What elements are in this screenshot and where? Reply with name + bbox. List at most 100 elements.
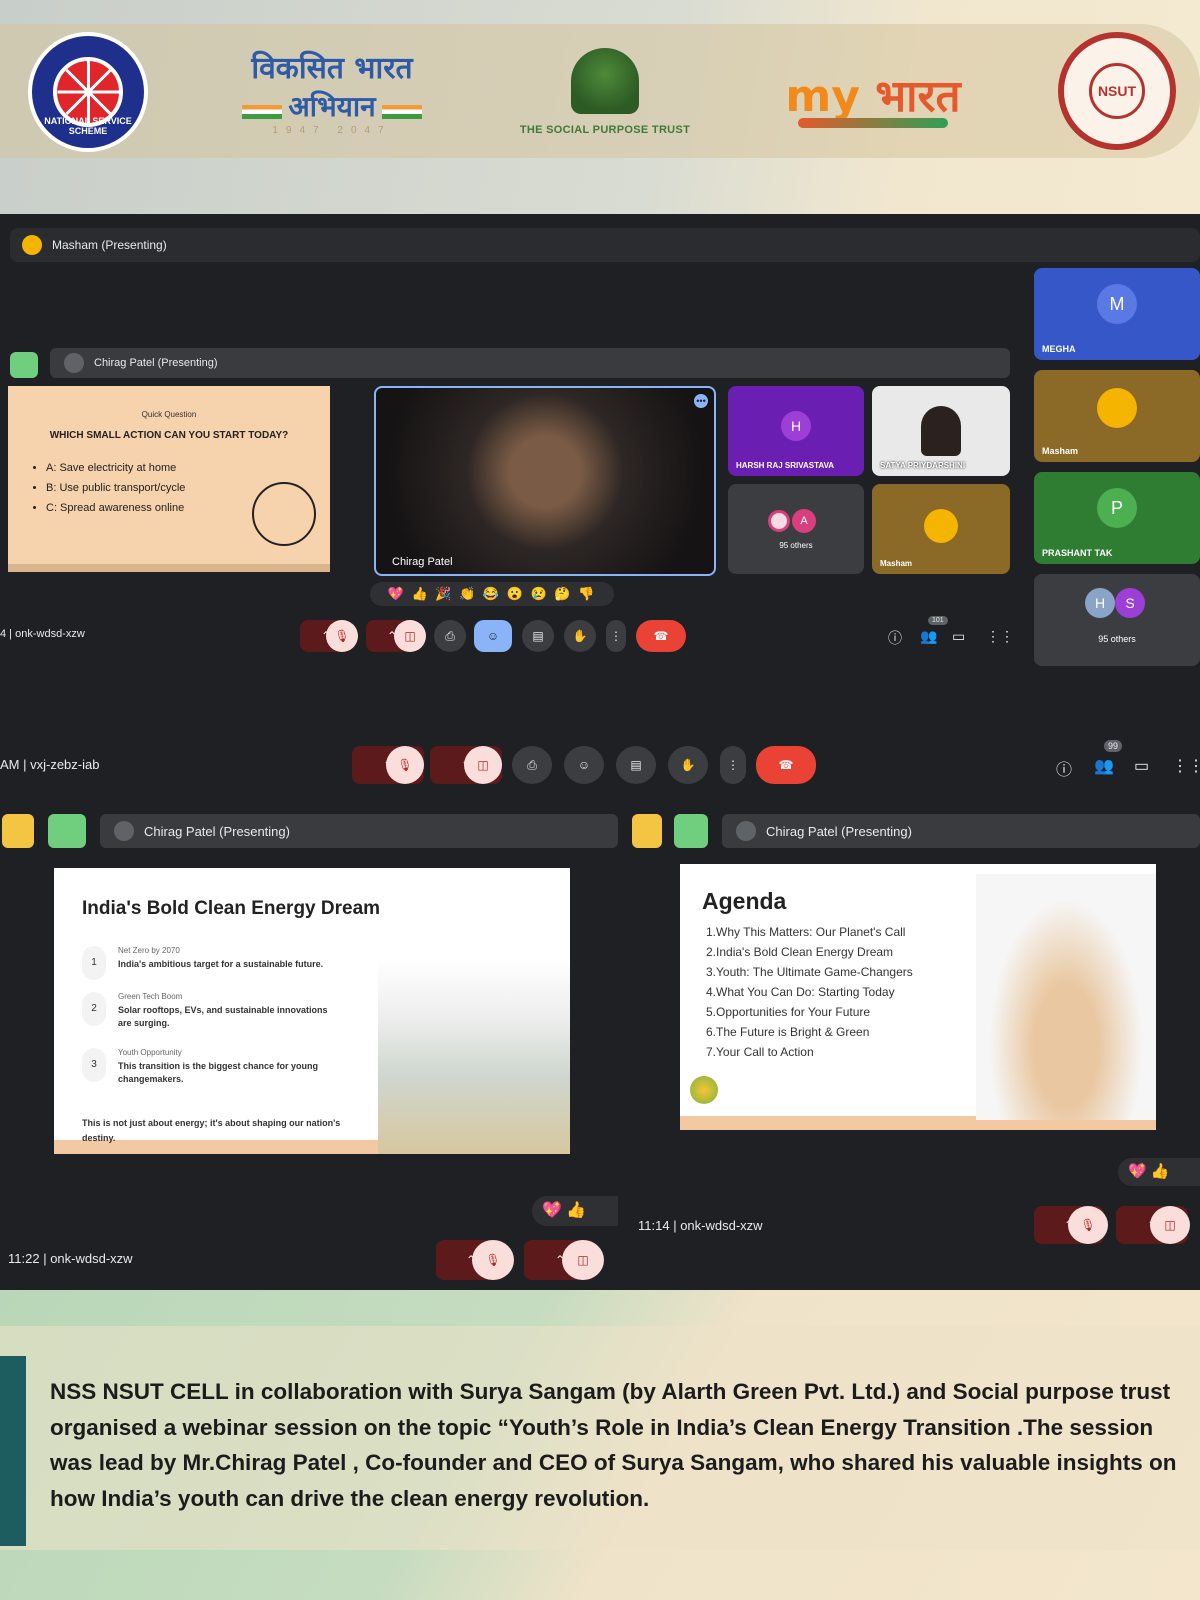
- option-item: A: Save electricity at home: [46, 458, 185, 478]
- time-fragment: 4: [0, 628, 7, 640]
- item-heading: Green Tech Boom: [118, 992, 183, 1001]
- participant-tile-masham[interactable]: Masham: [872, 484, 1010, 574]
- more-options-icon[interactable]: ⋮: [720, 746, 746, 784]
- mic-off-icon[interactable]: 🎙: [472, 1240, 514, 1280]
- clock-icon: [252, 482, 316, 546]
- camera-off-icon[interactable]: ◫: [562, 1240, 604, 1280]
- agenda-list: 1.Why This Matters: Our Planet's Call 2.…: [706, 922, 913, 1062]
- my-bharat-logo: my भारत: [768, 52, 978, 140]
- avatar: A: [792, 509, 816, 533]
- present-chip[interactable]: [674, 814, 708, 848]
- speaker-name: Chirag Patel: [392, 556, 453, 568]
- raise-hand-icon[interactable]: ✋: [564, 620, 596, 652]
- slide-title: WHICH SMALL ACTION CAN YOU START TODAY?: [49, 430, 289, 441]
- item-number: 2: [82, 992, 106, 1026]
- agenda-item: 6.The Future is Bright & Green: [706, 1025, 870, 1039]
- option-item: C: Spread awareness online: [46, 498, 185, 518]
- participant-tile-megha[interactable]: M MEGHA: [1034, 268, 1200, 360]
- vba-line1: विकसित भारत: [251, 51, 413, 86]
- reaction-bar[interactable]: 💖 👍 🎉 👏 😂 😮 😢 🤔 👎: [370, 582, 614, 606]
- meeting-code: AM | vxj-zebz-iab: [0, 757, 100, 772]
- avatar: H: [1085, 588, 1115, 618]
- people-icon[interactable]: 👥: [920, 628, 937, 645]
- participant-name: Masham: [880, 559, 913, 568]
- more-options-icon[interactable]: ⋮: [606, 620, 626, 652]
- agenda-slide: Agenda 1.Why This Matters: Our Planet's …: [680, 864, 1156, 1130]
- surya-sangam-logo: [690, 1076, 718, 1104]
- item-number: 1: [82, 946, 106, 980]
- item-text: This transition is the biggest chance fo…: [118, 1061, 319, 1084]
- info-icon[interactable]: ⓘ: [888, 628, 902, 648]
- avatar: P: [1097, 488, 1137, 528]
- presenting-bar[interactable]: Masham (Presenting): [10, 228, 1200, 262]
- inner-presenting-bar[interactable]: Chirag Patel (Presenting): [50, 348, 1010, 378]
- item-text: India's ambitious target for a sustainab…: [118, 959, 324, 969]
- inner-presenting-bar[interactable]: Chirag Patel (Presenting): [100, 814, 618, 848]
- mic-off-icon[interactable]: 🎙: [386, 746, 424, 784]
- camera-off-chip[interactable]: [2, 814, 34, 848]
- presenting-label: Masham (Presenting): [52, 238, 167, 252]
- more-options-icon[interactable]: •••: [694, 394, 708, 408]
- end-call-icon[interactable]: ☎: [756, 746, 816, 784]
- clock-time: 11:14: [638, 1218, 670, 1233]
- speaker-video-tile[interactable]: ••• Chirag Patel: [374, 386, 716, 576]
- emoji-icon[interactable]: ☺: [564, 746, 604, 784]
- item-number: 3: [82, 1048, 106, 1082]
- participant-name: HARSH RAJ SRIVASTAVA: [736, 461, 835, 470]
- participant-tile-satya[interactable]: SATYA PRIYDARSHINI: [872, 386, 1010, 476]
- participant-tile-harsh[interactable]: H HARSH RAJ SRIVASTAVA: [728, 386, 864, 476]
- youth-illustration: [976, 874, 1156, 1120]
- camera-off-icon[interactable]: ◫: [464, 746, 502, 784]
- others-label: 95 others: [1098, 634, 1136, 644]
- present-screen-icon[interactable]: ⎙: [512, 746, 552, 784]
- time-fragment: AM: [0, 757, 20, 772]
- reaction-bar[interactable]: 💖 👍: [1118, 1158, 1200, 1186]
- mic-off-icon[interactable]: 🎙: [1068, 1206, 1108, 1244]
- emoji-icon[interactable]: ☺: [474, 620, 512, 652]
- reaction-bar[interactable]: 💖 👍: [532, 1196, 618, 1226]
- agenda-item: 7.Your Call to Action: [706, 1045, 814, 1059]
- avatar: [114, 821, 134, 841]
- agenda-item: 5.Opportunities for Your Future: [706, 1005, 871, 1019]
- captions-icon[interactable]: ▤: [522, 620, 554, 652]
- chat-icon[interactable]: ▭: [952, 628, 965, 645]
- activities-icon[interactable]: ⋮⋮: [986, 628, 1014, 645]
- avatar: [64, 353, 84, 373]
- activities-icon[interactable]: ⋮⋮: [1172, 756, 1200, 776]
- swoosh-icon: [798, 118, 948, 128]
- camera-off-chip[interactable]: [632, 814, 662, 848]
- spt-title: THE SOCIAL PURPOSE TRUST: [519, 124, 691, 136]
- caption-text: NSS NSUT CELL in collaboration with Sury…: [50, 1379, 1177, 1511]
- raise-hand-icon[interactable]: ✋: [668, 746, 708, 784]
- quick-question-slide: Quick Question WHICH SMALL ACTION CAN YO…: [8, 386, 330, 572]
- camera-off-icon[interactable]: ◫: [394, 620, 426, 652]
- meeting-code-text: onk-wdsd-xzw: [680, 1218, 763, 1233]
- agenda-item: 4.What You Can Do: Starting Today: [706, 985, 895, 999]
- meeting-code: 11:14 | onk-wdsd-xzw: [638, 1218, 763, 1233]
- meeting-code-text: vxj-zebz-iab: [30, 757, 100, 772]
- avatar: [924, 509, 958, 543]
- mic-off-icon[interactable]: 🎙: [326, 620, 358, 652]
- avatar: S: [1115, 588, 1145, 618]
- inner-presenting-bar[interactable]: Chirag Patel (Presenting): [722, 814, 1200, 848]
- participant-tile-others[interactable]: A 95 others: [728, 484, 864, 574]
- vba-line2: अभियान: [288, 90, 376, 123]
- info-icon[interactable]: ⓘ: [1056, 756, 1072, 780]
- mybharat-my: my: [785, 71, 860, 122]
- participant-photo: [921, 406, 961, 456]
- meeting-code-text: onk-wdsd-xzw: [50, 1251, 133, 1266]
- item-heading: Net Zero by 2070: [118, 946, 180, 955]
- people-icon[interactable]: 👥: [1094, 756, 1114, 776]
- participant-tile-others[interactable]: H S 95 others: [1034, 574, 1200, 666]
- present-chip[interactable]: [48, 814, 86, 848]
- camera-off-icon[interactable]: ◫: [1150, 1206, 1190, 1244]
- captions-icon[interactable]: ▤: [616, 746, 656, 784]
- participant-tile-masham[interactable]: Masham: [1034, 370, 1200, 462]
- nsut-logo: NSUT: [1058, 32, 1176, 150]
- present-screen-icon[interactable]: ⎙: [434, 620, 466, 652]
- chat-icon[interactable]: ▭: [1134, 756, 1149, 776]
- end-call-icon[interactable]: ☎: [636, 620, 686, 652]
- participant-tile-prashant[interactable]: P PRASHANT TAK: [1034, 472, 1200, 564]
- present-chip[interactable]: [10, 352, 38, 378]
- nss-logo: NATIONAL SERVICE SCHEME: [28, 32, 148, 152]
